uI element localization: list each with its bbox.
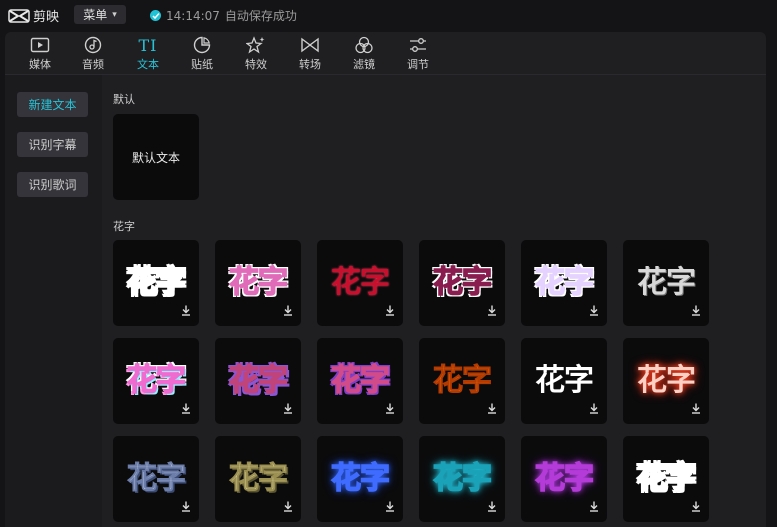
title-bar: 剪映 菜单 ▾ 14:14:07 自动保存成功 xyxy=(0,0,777,30)
huazi-style-card[interactable]: 花字 xyxy=(623,338,709,424)
download-icon[interactable] xyxy=(283,399,293,418)
huazi-preview-text: 花字 xyxy=(228,363,289,398)
download-icon[interactable] xyxy=(487,301,497,320)
huazi-preview-text: 花字 xyxy=(637,265,696,300)
category-tabs: 媒体 音频 TI 文本 贴纸 特效 转场 滤镜 调节 xyxy=(5,32,766,75)
effects-icon xyxy=(246,35,266,55)
download-icon[interactable] xyxy=(181,301,191,320)
huazi-style-card[interactable]: 花字 xyxy=(317,436,403,522)
huazi-style-card[interactable]: 花字 xyxy=(419,240,505,326)
tab-media-label: 媒体 xyxy=(29,58,51,71)
capcut-logo-icon xyxy=(8,8,30,23)
huazi-style-card[interactable]: 花字 xyxy=(113,240,199,326)
tab-text-label: 文本 xyxy=(137,58,159,71)
download-icon[interactable] xyxy=(691,399,701,418)
huazi-preview-text: 花字 xyxy=(534,461,595,496)
download-icon[interactable] xyxy=(691,301,701,320)
download-icon[interactable] xyxy=(487,399,497,418)
download-icon[interactable] xyxy=(487,497,497,516)
section-default-label: 默认 xyxy=(113,93,135,106)
download-icon[interactable] xyxy=(385,497,395,516)
chevron-down-icon: ▾ xyxy=(112,9,117,20)
tab-effects[interactable]: 特效 xyxy=(229,35,283,73)
tab-text[interactable]: TI 文本 xyxy=(121,35,175,73)
huazi-style-card[interactable]: 花字 xyxy=(623,240,709,326)
download-icon[interactable] xyxy=(385,399,395,418)
download-icon[interactable] xyxy=(385,301,395,320)
tab-filter-label: 滤镜 xyxy=(353,58,375,71)
huazi-style-card[interactable]: 花字 xyxy=(623,436,709,522)
huazi-style-card[interactable]: 花字 xyxy=(521,240,607,326)
download-icon[interactable] xyxy=(589,399,599,418)
app-name: 剪映 xyxy=(33,10,60,25)
default-text-card-label: 默认文本 xyxy=(131,150,180,165)
tab-media[interactable]: 媒体 xyxy=(13,35,67,73)
huazi-style-card[interactable]: 花字 xyxy=(521,338,607,424)
section-huazi-label: 花字 xyxy=(113,220,135,233)
app-logo: 剪映 xyxy=(8,6,59,25)
text-sidebar: 新建文本 识别字幕 识别歌词 xyxy=(5,75,102,527)
download-icon[interactable] xyxy=(283,301,293,320)
huazi-style-card[interactable]: 花字 xyxy=(113,338,199,424)
huazi-preview-text: 花字 xyxy=(535,363,594,398)
huazi-preview-text: 花字 xyxy=(228,265,289,300)
huazi-preview-text: 花字 xyxy=(636,461,697,496)
download-icon[interactable] xyxy=(589,497,599,516)
huazi-preview-text: 花字 xyxy=(127,461,187,496)
sticker-icon xyxy=(193,35,211,55)
download-icon[interactable] xyxy=(283,497,293,516)
audio-icon xyxy=(84,35,102,55)
tab-audio[interactable]: 音频 xyxy=(66,35,120,73)
check-circle-icon xyxy=(150,10,161,21)
tab-audio-label: 音频 xyxy=(82,58,104,71)
huazi-style-card[interactable]: 花字 xyxy=(521,436,607,522)
huazi-preview-text: 花字 xyxy=(432,461,493,496)
adjust-icon xyxy=(408,35,428,55)
tab-transition[interactable]: 转场 xyxy=(283,35,337,73)
huazi-preview-text: 花字 xyxy=(229,461,289,496)
download-icon[interactable] xyxy=(589,301,599,320)
huazi-preview-text: 花字 xyxy=(637,363,696,398)
autosave-status: 14:14:07 自动保存成功 xyxy=(150,7,297,24)
tab-adjust[interactable]: 调节 xyxy=(391,35,445,73)
sidebar-item-new-text[interactable]: 新建文本 xyxy=(17,92,88,117)
huazi-style-card[interactable]: 花字 xyxy=(419,436,505,522)
huazi-preview-text: 花字 xyxy=(432,265,493,300)
huazi-style-card[interactable]: 花字 xyxy=(317,338,403,424)
media-icon xyxy=(30,35,50,55)
tab-adjust-label: 调节 xyxy=(407,58,429,71)
sidebar-item-recognize-lyrics[interactable]: 识别歌词 xyxy=(17,172,88,197)
huazi-preview-text: 花字 xyxy=(331,265,390,300)
huazi-style-card[interactable]: 花字 xyxy=(317,240,403,326)
save-time: 14:14:07 xyxy=(166,8,220,23)
materials-panel: 媒体 音频 TI 文本 贴纸 特效 转场 滤镜 调节 新建文本 识别字幕 识别歌… xyxy=(5,32,766,527)
transition-icon xyxy=(300,35,320,55)
sidebar-item-recognize-subtitles[interactable]: 识别字幕 xyxy=(17,132,88,157)
huazi-preview-text: 花字 xyxy=(126,363,187,398)
default-text-card[interactable]: 默认文本 xyxy=(113,114,199,200)
tab-sticker[interactable]: 贴纸 xyxy=(175,35,229,73)
tab-transition-label: 转场 xyxy=(299,58,321,71)
text-icon: TI xyxy=(138,35,158,55)
save-text: 自动保存成功 xyxy=(224,9,297,23)
download-icon[interactable] xyxy=(691,497,701,516)
huazi-preview-text: 花字 xyxy=(126,265,187,300)
huazi-style-card[interactable]: 花字 xyxy=(215,436,301,522)
huazi-preview-text: 花字 xyxy=(330,461,391,496)
download-icon[interactable] xyxy=(181,399,191,418)
huazi-preview-text: 花字 xyxy=(433,363,493,398)
filter-icon xyxy=(354,35,374,55)
huazi-preview-text: 花字 xyxy=(534,265,595,300)
huazi-style-card[interactable]: 花字 xyxy=(419,338,505,424)
tab-sticker-label: 贴纸 xyxy=(191,58,213,71)
huazi-style-card[interactable]: 花字 xyxy=(215,338,301,424)
download-icon[interactable] xyxy=(181,497,191,516)
menu-button-label: 菜单 xyxy=(83,8,108,22)
tab-effects-label: 特效 xyxy=(245,58,267,71)
tab-filter[interactable]: 滤镜 xyxy=(337,35,391,73)
huazi-preview-text: 花字 xyxy=(330,363,391,398)
menu-button[interactable]: 菜单 ▾ xyxy=(74,5,126,24)
huazi-style-card[interactable]: 花字 xyxy=(215,240,301,326)
huazi-style-card[interactable]: 花字 xyxy=(113,436,199,522)
